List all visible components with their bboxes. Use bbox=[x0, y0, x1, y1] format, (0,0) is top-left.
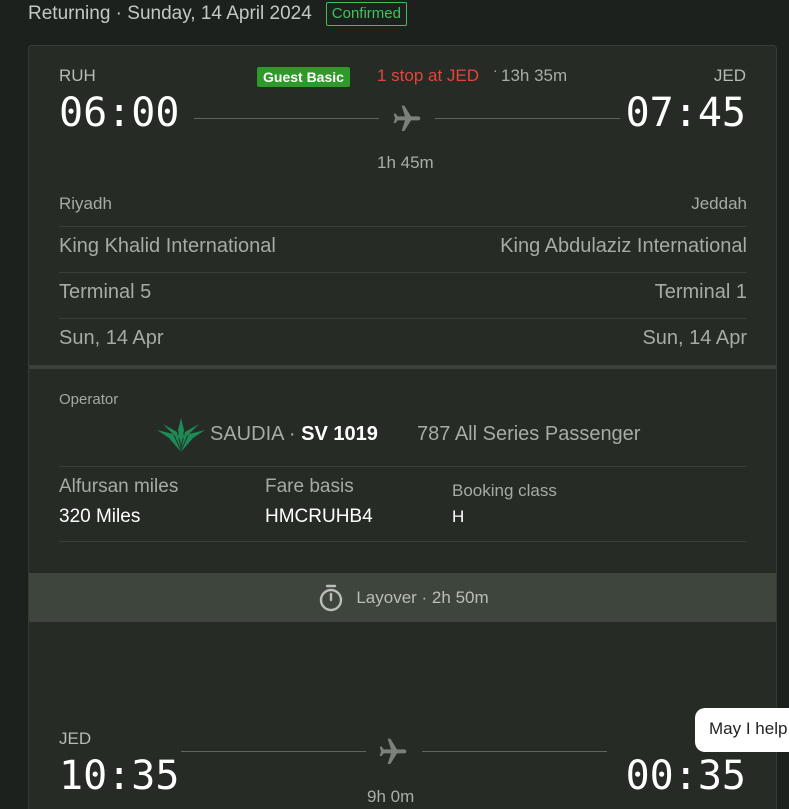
segment2-origin-code: JED bbox=[59, 729, 92, 748]
segment2-arrival-time: 00:35 bbox=[625, 753, 746, 799]
origin-code: RUH bbox=[59, 66, 96, 85]
booking-class-value: H bbox=[452, 507, 465, 526]
chat-text: May I help bbox=[709, 719, 788, 738]
miles-label: Alfursan miles bbox=[59, 476, 179, 497]
segment-duration: 1h 45m bbox=[377, 153, 434, 172]
trip-title: Returning · Sunday, 14 April 2024 bbox=[28, 3, 312, 24]
fare-basis-value: HMCRUHB4 bbox=[265, 506, 373, 527]
arrival-date: Sun, 14 Apr bbox=[642, 327, 747, 349]
arrival-time: 07:45 bbox=[625, 90, 746, 136]
flight-card: RUH Guest Basic 1 stop at JED · 13h 35m … bbox=[28, 45, 777, 809]
dest-code: JED bbox=[713, 66, 746, 85]
booking-class-label: Booking class bbox=[452, 481, 557, 500]
route-line-right bbox=[435, 118, 620, 119]
trip-header: Returning · Sunday, 14 April 2024 Confir… bbox=[28, 0, 407, 28]
stopwatch-icon bbox=[320, 584, 343, 611]
departure-date: Sun, 14 Apr bbox=[59, 327, 164, 349]
airline-name: SAUDIA bbox=[210, 423, 284, 445]
saudia-logo bbox=[157, 418, 205, 452]
segment2-departure-time: 10:35 bbox=[59, 753, 180, 799]
origin-city: Riyadh bbox=[59, 194, 112, 213]
miles-value: 320 Miles bbox=[59, 506, 141, 527]
stops-info[interactable]: 1 stop at JED bbox=[377, 66, 479, 86]
layover-text: Layover · 2h 50m bbox=[356, 587, 489, 607]
terminal-row: Terminal 5 Terminal 1 bbox=[59, 272, 747, 318]
date-row: Sun, 14 Apr Sun, 14 Apr bbox=[59, 318, 747, 364]
dest-terminal: Terminal 1 bbox=[654, 281, 747, 303]
segment2-duration: 9h 0m bbox=[367, 787, 415, 806]
flight-number: SV 1019 bbox=[301, 423, 378, 445]
operator-label: Operator bbox=[59, 391, 119, 408]
fare-badge: Guest Basic bbox=[257, 67, 350, 87]
route-line-right bbox=[422, 751, 607, 752]
layover-bar: Layover · 2h 50m bbox=[29, 573, 776, 622]
fare-basis-label: Fare basis bbox=[265, 476, 354, 497]
dest-airport: King Abdulaziz International bbox=[500, 235, 747, 257]
dot-separator: · bbox=[493, 62, 498, 78]
aircraft-type: 787 All Series Passenger bbox=[417, 423, 641, 445]
airplane-icon bbox=[379, 738, 407, 764]
route-line-left bbox=[194, 118, 379, 119]
origin-airport: King Khalid International bbox=[59, 235, 276, 257]
departure-time: 06:00 bbox=[59, 90, 180, 136]
dot-separator: · bbox=[288, 423, 302, 445]
section-divider bbox=[29, 365, 776, 369]
total-duration: 13h 35m bbox=[501, 66, 568, 85]
airplane-icon bbox=[393, 105, 421, 131]
route-line-left bbox=[181, 751, 366, 752]
divider bbox=[59, 466, 747, 467]
status-badge: Confirmed bbox=[325, 2, 407, 26]
airport-row: King Khalid International King Abdulaziz… bbox=[59, 226, 747, 272]
operator-line: SAUDIA · SV 1019 bbox=[210, 423, 378, 446]
chat-widget[interactable]: May I help bbox=[695, 708, 789, 752]
divider bbox=[59, 541, 747, 542]
dest-city: Jeddah bbox=[691, 194, 747, 213]
origin-terminal: Terminal 5 bbox=[59, 281, 152, 303]
